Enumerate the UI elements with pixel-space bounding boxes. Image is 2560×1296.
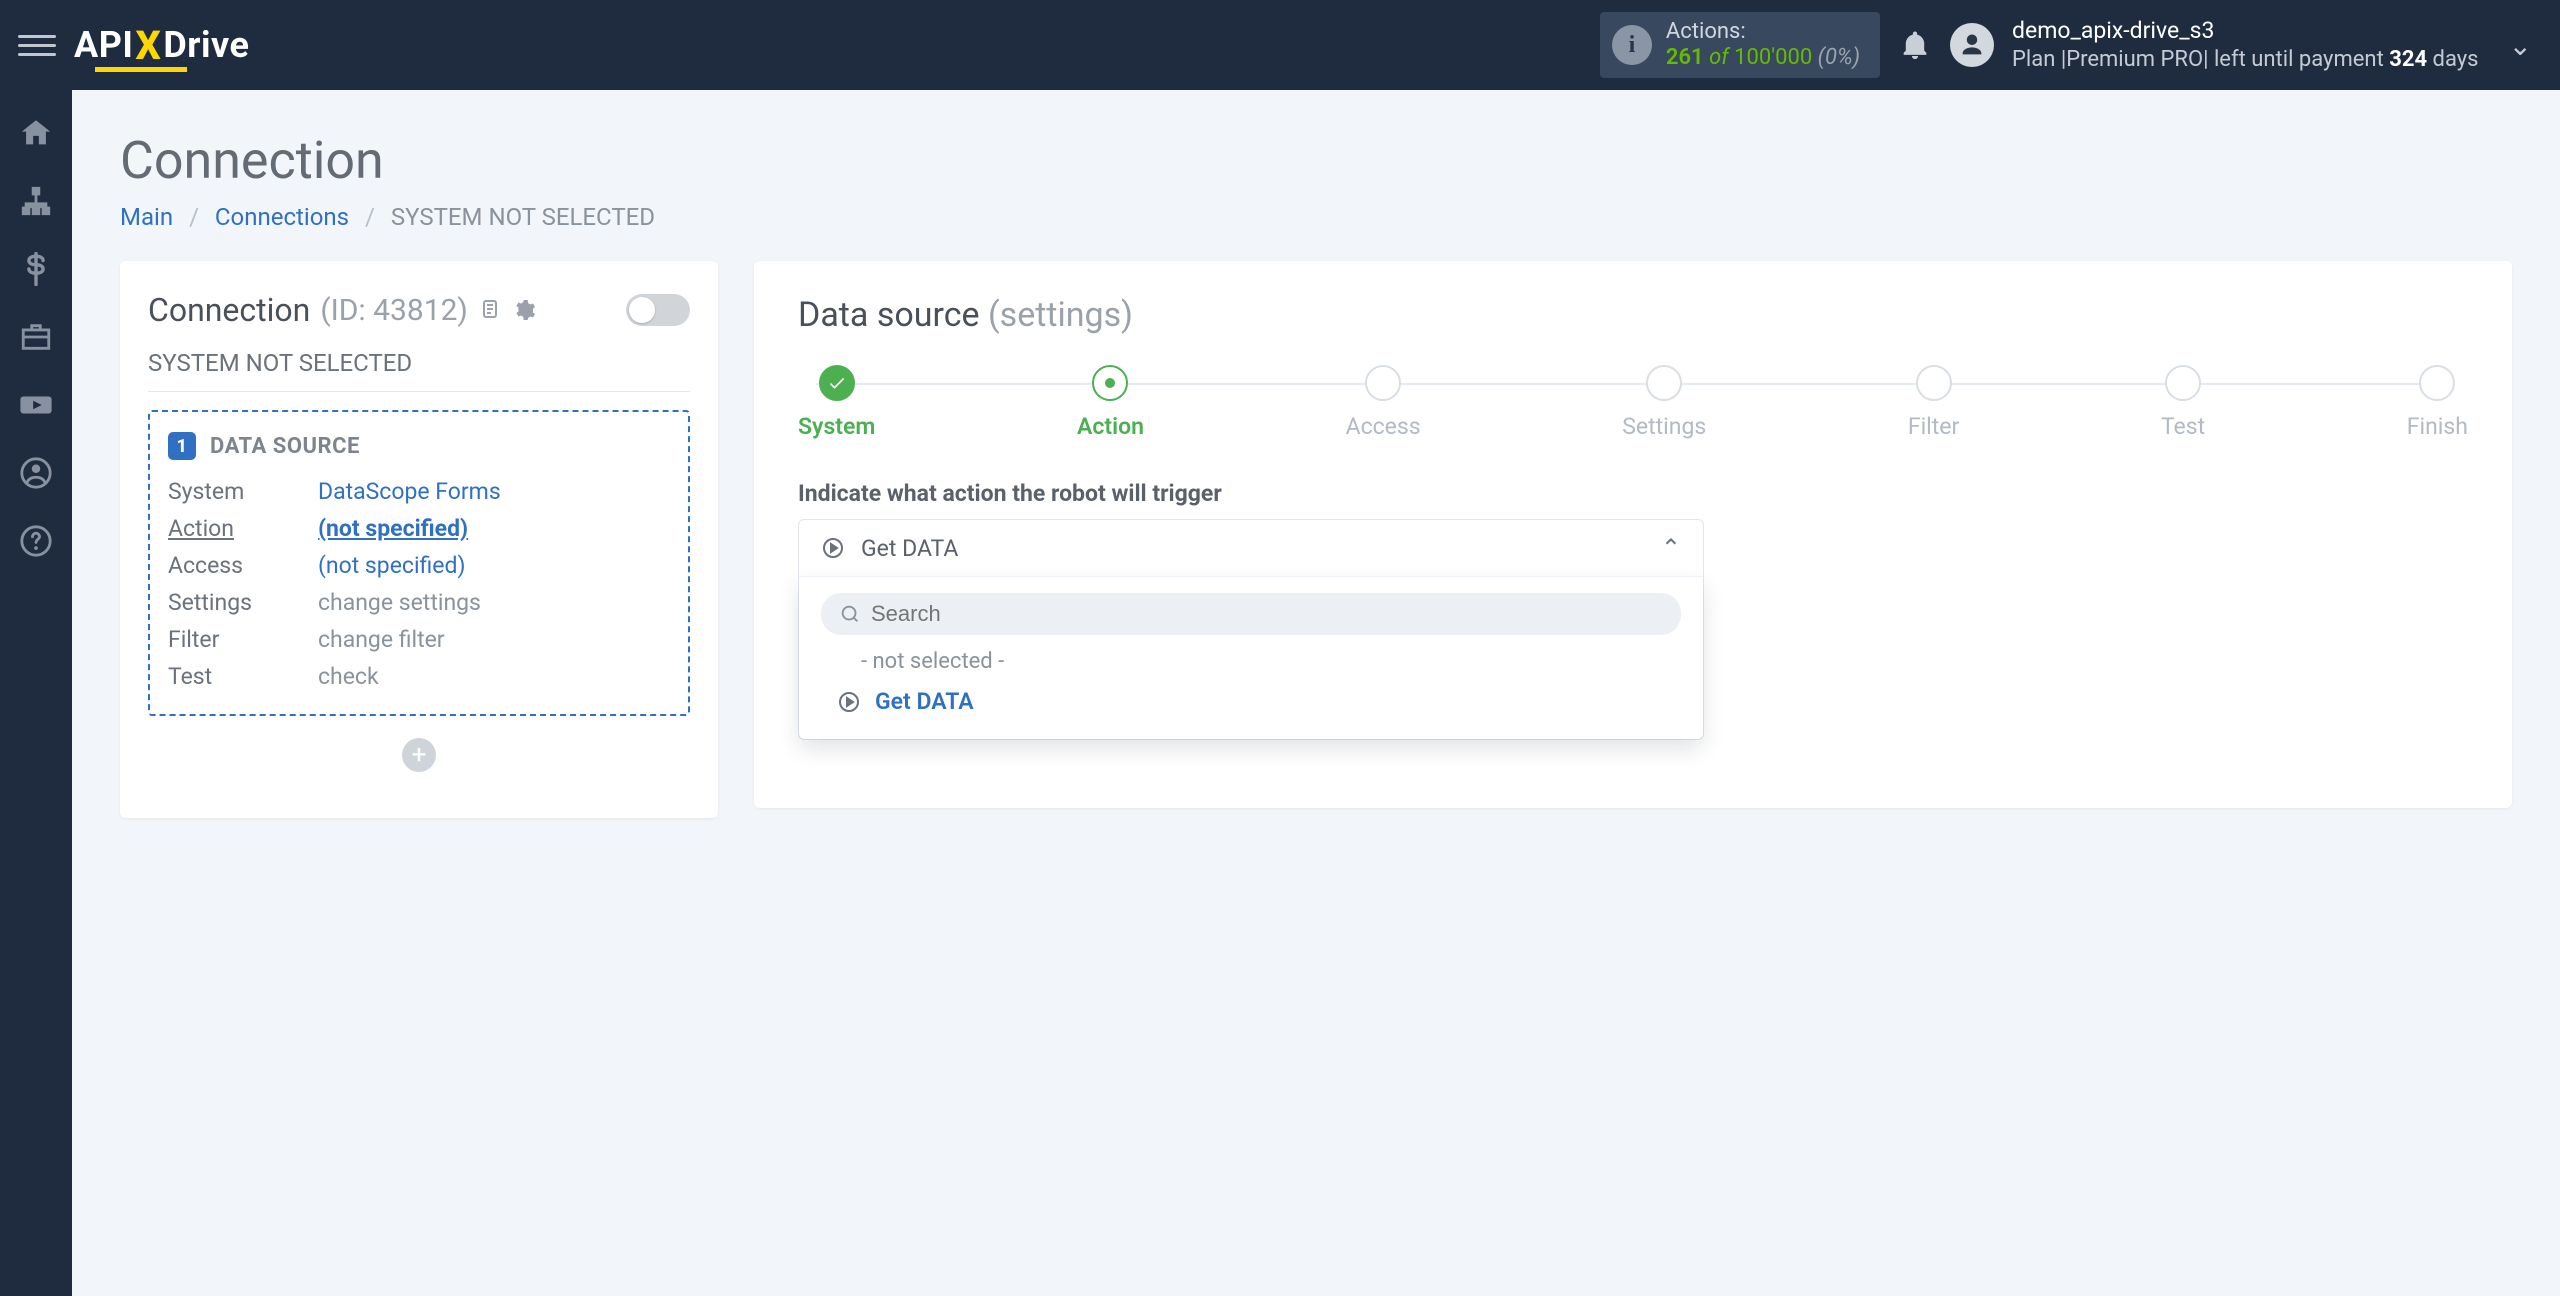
menu-toggle-icon[interactable]	[18, 26, 56, 64]
user-circle-icon[interactable]	[19, 456, 53, 490]
gear-icon[interactable]	[512, 298, 536, 322]
user-name: demo_apix-drive_s3	[2012, 17, 2479, 46]
side-rail	[0, 90, 72, 1296]
top-bar: API X Drive i Actions: 261 of 100'000 (0…	[0, 0, 2560, 90]
data-source-block: 1 DATA SOURCE System DataScope Forms Act…	[148, 410, 690, 716]
page-title: Connection	[120, 130, 2512, 191]
brand-logo[interactable]: API X Drive	[74, 22, 249, 69]
youtube-icon[interactable]	[19, 388, 53, 422]
row-access-value[interactable]: (not specified)	[318, 552, 670, 579]
stepper: System Action Access Settings Filter Tes…	[798, 365, 2468, 440]
play-circle-icon	[821, 536, 845, 560]
step-finish[interactable]: Finish	[2407, 365, 2468, 440]
play-circle-icon	[837, 690, 861, 714]
data-source-badge: 1	[168, 432, 196, 460]
crumb-main[interactable]: Main	[120, 203, 173, 231]
action-select[interactable]: Get DATA ⌃ - not selected - Get DATA	[798, 519, 1704, 740]
crumb-current: SYSTEM NOT SELECTED	[391, 203, 655, 231]
user-plan: Plan |Premium PRO| left until payment 32…	[2012, 46, 2479, 74]
data-source-settings-card: Data source (settings) System Action Acc…	[754, 261, 2512, 808]
row-filter-value[interactable]: change filter	[318, 626, 670, 653]
notifications-icon[interactable]	[1898, 28, 1932, 62]
action-select-head[interactable]: Get DATA ⌃	[799, 520, 1703, 576]
step-filter[interactable]: Filter	[1908, 365, 1959, 440]
crumb-connections[interactable]: Connections	[215, 203, 349, 231]
avatar-icon[interactable]	[1950, 23, 1994, 67]
copy-icon[interactable]	[478, 298, 502, 322]
connection-subtitle: SYSTEM NOT SELECTED	[148, 349, 690, 392]
row-settings-label: Settings	[168, 589, 318, 616]
row-access-label: Access	[168, 552, 318, 579]
breadcrumb: Main / Connections / SYSTEM NOT SELECTED	[120, 203, 2512, 231]
action-dropdown: - not selected - Get DATA	[799, 576, 1703, 739]
actions-label: Actions:	[1666, 19, 1860, 45]
connection-toggle[interactable]	[626, 294, 690, 326]
sitemap-icon[interactable]	[19, 184, 53, 218]
action-selected-text: Get DATA	[861, 535, 958, 562]
search-icon	[839, 603, 861, 625]
option-get-data[interactable]: Get DATA	[821, 678, 1681, 719]
action-search-input[interactable]	[871, 601, 1663, 627]
row-test-label: Test	[168, 663, 318, 690]
row-system-value[interactable]: DataScope Forms	[318, 478, 670, 505]
row-system-label: System	[168, 478, 318, 505]
actions-values: 261 of 100'000 (0%)	[1666, 45, 1860, 71]
step-system[interactable]: System	[798, 365, 875, 440]
main-content: Connection Main / Connections / SYSTEM N…	[72, 90, 2560, 1296]
step-action[interactable]: Action	[1077, 365, 1144, 440]
row-action-label: Action	[168, 515, 318, 542]
row-filter-label: Filter	[168, 626, 318, 653]
user-block[interactable]: demo_apix-drive_s3 Plan |Premium PRO| le…	[2012, 17, 2479, 73]
panel-title: Data source (settings)	[798, 295, 2468, 335]
data-source-title: DATA SOURCE	[210, 434, 360, 459]
option-not-selected[interactable]: - not selected -	[821, 635, 1681, 678]
info-icon: i	[1612, 25, 1652, 65]
step-test[interactable]: Test	[2161, 365, 2205, 440]
actions-counter[interactable]: i Actions: 261 of 100'000 (0%)	[1600, 12, 1880, 78]
step-access[interactable]: Access	[1346, 365, 1421, 440]
home-icon[interactable]	[19, 116, 53, 150]
connection-id: (ID: 43812)	[320, 293, 468, 328]
briefcase-icon[interactable]	[19, 320, 53, 354]
chevron-down-icon[interactable]: ⌄	[2509, 29, 2532, 62]
connection-heading: Connection	[148, 291, 310, 329]
add-destination-button[interactable]: +	[402, 738, 436, 772]
dollar-icon[interactable]	[19, 252, 53, 286]
action-prompt: Indicate what action the robot will trig…	[798, 480, 2468, 507]
row-test-value[interactable]: check	[318, 663, 670, 690]
row-action-value[interactable]: (not specified)	[318, 515, 670, 542]
help-icon[interactable]	[19, 524, 53, 558]
chevron-up-icon: ⌃	[1661, 534, 1681, 562]
row-settings-value[interactable]: change settings	[318, 589, 670, 616]
step-settings[interactable]: Settings	[1622, 365, 1706, 440]
action-search[interactable]	[821, 593, 1681, 635]
connection-card: Connection (ID: 43812) SYSTEM NOT SELECT…	[120, 261, 718, 818]
